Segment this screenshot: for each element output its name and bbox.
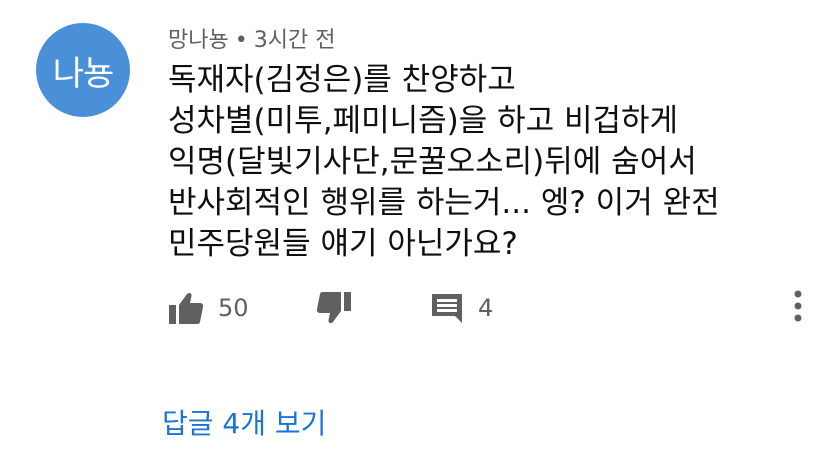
comment-line: 익명(달빛기사단,문꿀오소리)뒤에 숨어서 bbox=[168, 144, 697, 180]
dislike-button[interactable] bbox=[316, 288, 352, 328]
thumbs-down-icon bbox=[316, 291, 352, 325]
comment-line: 성차별(미투,페미니즘)을 하고 비겁하게 bbox=[168, 103, 679, 139]
comment-line: 반사회적인 행위를 하는거... 엥? 이거 완전 bbox=[168, 185, 720, 221]
author-name[interactable]: 망나뇽 bbox=[168, 28, 229, 53]
thumbs-up-icon bbox=[168, 291, 204, 325]
comment-actions: 50 4 bbox=[168, 288, 818, 328]
comment-timestamp[interactable]: 3시간 전 bbox=[254, 28, 336, 53]
reply-count: 4 bbox=[478, 294, 494, 322]
reply-button[interactable]: 4 bbox=[430, 288, 493, 328]
comment-body: 독재자(김정은)를 찬양하고 성차별(미투,페미니즘)을 하고 비겁하게 익명(… bbox=[168, 60, 808, 265]
avatar-initials: 나뇽 bbox=[52, 53, 115, 94]
meta-separator: • bbox=[234, 28, 248, 53]
comment-line: 독재자(김정은)를 찬양하고 bbox=[168, 62, 516, 98]
view-replies-link[interactable]: 답글 4개 보기 bbox=[162, 402, 326, 442]
like-button[interactable]: 50 bbox=[168, 288, 249, 328]
more-options-button[interactable] bbox=[782, 290, 814, 326]
comment-icon bbox=[430, 292, 464, 324]
avatar[interactable]: 나뇽 bbox=[36, 23, 130, 117]
comment-header: 망나뇽 • 3시간 전 bbox=[168, 22, 335, 54]
more-vertical-icon bbox=[794, 290, 802, 326]
like-count: 50 bbox=[218, 294, 249, 322]
comment-line: 민주당원들 얘기 아닌가요? bbox=[168, 226, 518, 262]
